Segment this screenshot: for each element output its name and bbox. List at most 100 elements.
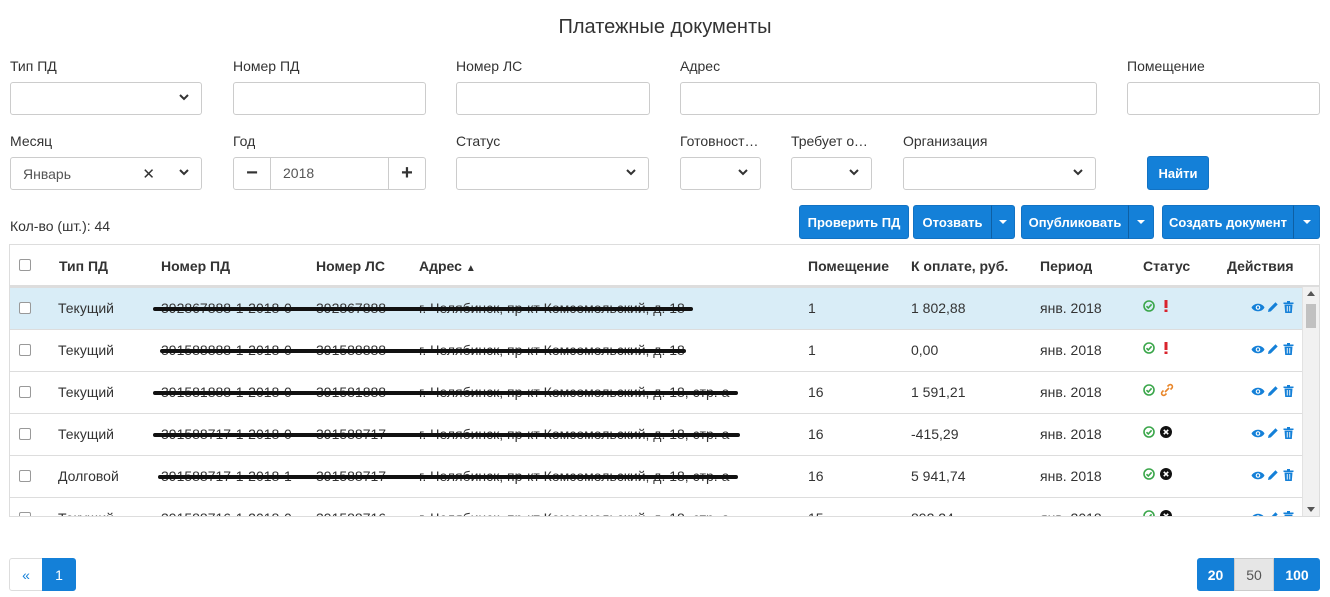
row-checkbox[interactable] bbox=[19, 386, 31, 398]
redaction-stroke bbox=[160, 349, 686, 353]
publish-button[interactable]: Опубликовать bbox=[1021, 205, 1129, 239]
table-scrollbar[interactable] bbox=[1302, 287, 1319, 516]
page-size-20[interactable]: 20 bbox=[1197, 558, 1234, 591]
create-document-button[interactable]: Создать документ bbox=[1162, 205, 1294, 239]
table-row[interactable]: Текущий 391588716-1-2018-0 391588716 г. Чел… bbox=[10, 497, 1302, 516]
warning-icon bbox=[1163, 299, 1169, 315]
delete-icon[interactable] bbox=[1283, 510, 1294, 516]
publish-dropdown-button[interactable] bbox=[1128, 205, 1154, 239]
table-row[interactable]: Долговой391588717-1-2018-1391588717г. Че… bbox=[10, 455, 1302, 497]
view-icon[interactable] bbox=[1251, 342, 1265, 358]
status-select[interactable] bbox=[456, 157, 649, 190]
table-row[interactable]: Текущий391588888-1-2018-0391588888г. Чел… bbox=[10, 329, 1302, 371]
org-label: Организация bbox=[903, 133, 988, 149]
page-title: Платежные документы bbox=[558, 16, 772, 38]
row-checkbox[interactable] bbox=[19, 428, 31, 440]
view-icon[interactable] bbox=[1251, 426, 1265, 442]
pd-number-input[interactable] bbox=[233, 82, 426, 115]
cell-type: Текущий bbox=[58, 426, 114, 442]
table-row[interactable]: Текущий391581888-1-2018-0391581888г. Чел… bbox=[10, 371, 1302, 413]
header-type[interactable]: Тип ПД bbox=[59, 258, 108, 274]
delete-icon[interactable] bbox=[1283, 300, 1294, 316]
view-icon[interactable] bbox=[1251, 300, 1265, 316]
find-button[interactable]: Найти bbox=[1147, 156, 1209, 190]
view-icon[interactable] bbox=[1251, 468, 1265, 484]
view-icon[interactable] bbox=[1251, 384, 1265, 400]
edit-icon[interactable] bbox=[1267, 384, 1279, 400]
table-row[interactable]: Текущий391588717-1-2018-0391588717г. Чел… bbox=[10, 413, 1302, 455]
requires-select[interactable] bbox=[791, 157, 872, 190]
caret-down-icon bbox=[1302, 220, 1311, 224]
status-label: Статус bbox=[456, 133, 501, 149]
page-1-button[interactable]: 1 bbox=[42, 558, 76, 591]
scroll-thumb[interactable] bbox=[1306, 304, 1316, 328]
row-checkbox[interactable] bbox=[19, 512, 31, 516]
header-status[interactable]: Статус bbox=[1143, 258, 1190, 274]
org-select[interactable] bbox=[903, 157, 1096, 190]
minus-button[interactable]: − bbox=[234, 158, 270, 189]
delete-icon[interactable] bbox=[1283, 468, 1294, 484]
table-row[interactable]: Текущий392867888-1-2018-0392867888г. Чел… bbox=[10, 287, 1302, 329]
scroll-down-icon[interactable] bbox=[1307, 507, 1315, 512]
page-size-50[interactable]: 50 bbox=[1234, 558, 1274, 591]
month-label: Месяц bbox=[10, 133, 53, 149]
header-pd-number[interactable]: Номер ПД bbox=[161, 258, 230, 274]
year-value[interactable]: 2018 bbox=[270, 158, 389, 189]
cell-room: 1 bbox=[808, 300, 816, 316]
row-checkbox[interactable] bbox=[19, 302, 31, 314]
clear-icon[interactable]: ✕ bbox=[142, 165, 155, 183]
plus-button[interactable]: + bbox=[389, 158, 425, 189]
address-label: Адрес bbox=[680, 58, 721, 74]
cell-ls-number: 391588716 bbox=[316, 510, 386, 516]
link-broken-icon bbox=[1160, 383, 1174, 400]
edit-icon[interactable] bbox=[1267, 468, 1279, 484]
header-address-label: Адрес bbox=[419, 258, 462, 274]
year-stepper[interactable]: − 2018 + bbox=[233, 157, 426, 190]
header-ls-number[interactable]: Номер ЛС bbox=[316, 258, 385, 274]
delete-icon[interactable] bbox=[1283, 342, 1294, 358]
revoke-dropdown-button[interactable] bbox=[991, 205, 1015, 239]
ls-number-input[interactable] bbox=[456, 82, 650, 115]
ok-status-icon bbox=[1143, 425, 1155, 441]
type-select[interactable] bbox=[10, 82, 202, 115]
redaction-stroke bbox=[153, 433, 740, 437]
cell-amount: 1 802,88 bbox=[911, 300, 966, 316]
view-icon[interactable] bbox=[1251, 510, 1265, 516]
count-text: Кол-во (шт.): 44 bbox=[10, 218, 111, 234]
address-input[interactable] bbox=[680, 82, 1097, 115]
header-actions: Действия bbox=[1227, 258, 1294, 274]
cell-amount: 5 941,74 bbox=[911, 468, 966, 484]
edit-icon[interactable] bbox=[1267, 426, 1279, 442]
room-input[interactable] bbox=[1127, 82, 1320, 115]
create-dropdown-button[interactable] bbox=[1293, 205, 1320, 239]
header-amount[interactable]: К оплате, руб. bbox=[911, 258, 1008, 274]
scroll-up-icon[interactable] bbox=[1307, 291, 1315, 296]
delete-icon[interactable] bbox=[1283, 426, 1294, 442]
ok-status-icon bbox=[1143, 299, 1155, 315]
cell-period: янв. 2018 bbox=[1040, 426, 1102, 442]
page-size-100[interactable]: 100 bbox=[1274, 558, 1320, 591]
row-checkbox[interactable] bbox=[19, 470, 31, 482]
cell-period: янв. 2018 bbox=[1040, 300, 1102, 316]
check-pd-button[interactable]: Проверить ПД bbox=[799, 205, 909, 239]
revoke-button[interactable]: Отозвать bbox=[913, 205, 992, 239]
cell-amount: 0,00 bbox=[911, 342, 939, 358]
chevron-down-icon bbox=[1073, 169, 1083, 176]
delete-icon[interactable] bbox=[1283, 384, 1294, 400]
cell-period: янв. 2018 bbox=[1040, 468, 1102, 484]
error-icon bbox=[1160, 425, 1172, 441]
cell-type: Текущий bbox=[58, 510, 114, 516]
prev-page-button[interactable]: « bbox=[9, 558, 43, 591]
edit-icon[interactable] bbox=[1267, 510, 1279, 516]
header-period[interactable]: Период bbox=[1040, 258, 1092, 274]
header-room[interactable]: Помещение bbox=[808, 258, 889, 274]
edit-icon[interactable] bbox=[1267, 300, 1279, 316]
chevron-down-icon bbox=[179, 169, 189, 176]
edit-icon[interactable] bbox=[1267, 342, 1279, 358]
select-all-checkbox[interactable] bbox=[19, 259, 31, 271]
month-select[interactable]: Январь ✕ bbox=[10, 157, 202, 190]
row-checkbox[interactable] bbox=[19, 344, 31, 356]
ready-select[interactable] bbox=[680, 157, 761, 190]
month-value: Январь bbox=[23, 166, 71, 182]
header-address[interactable]: Адрес ▲ bbox=[419, 258, 476, 274]
